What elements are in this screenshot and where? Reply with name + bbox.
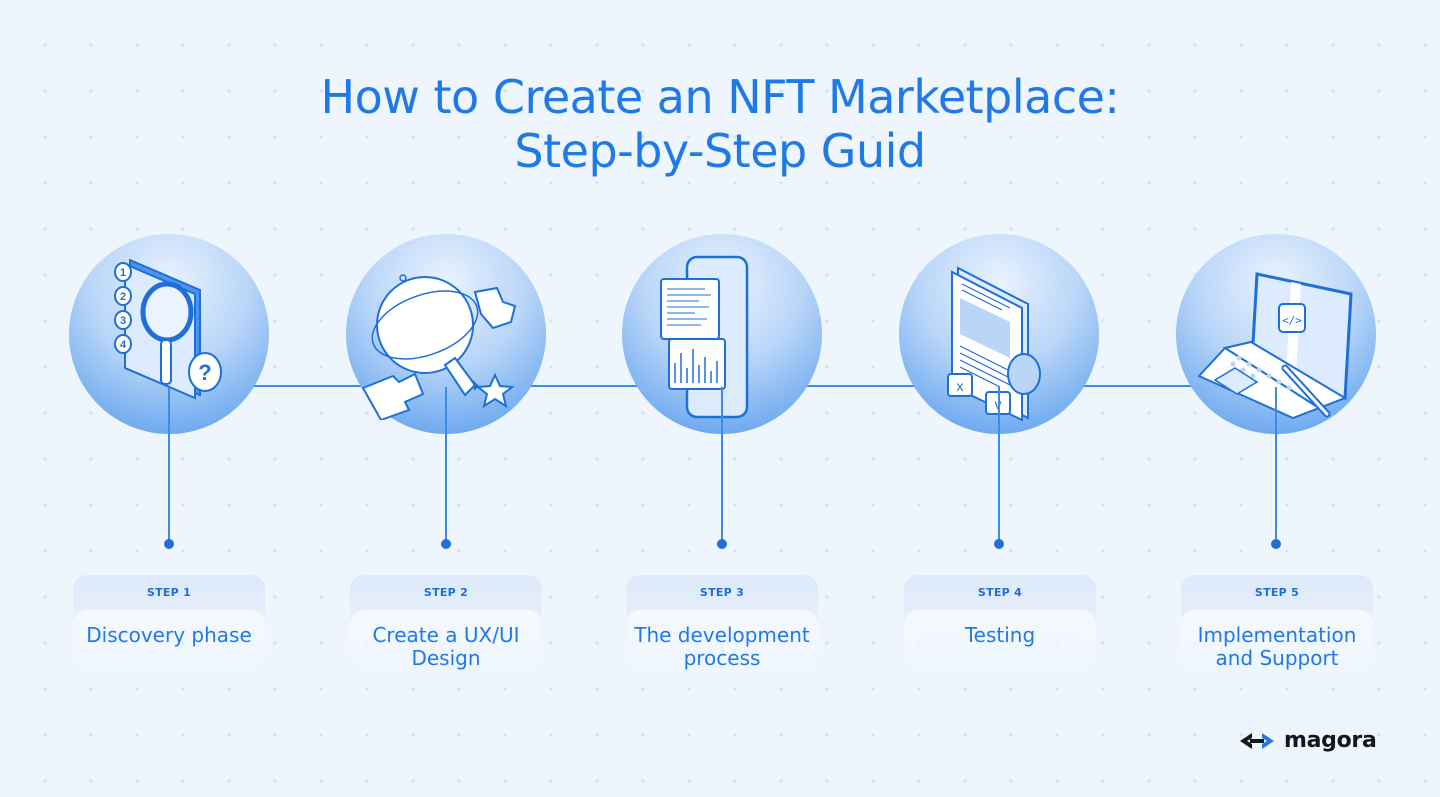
step-4-dot <box>994 539 1004 549</box>
svg-text:1: 1 <box>120 267 126 279</box>
page-title: How to Create an NFT Marketplace: Step-b… <box>0 70 1440 178</box>
step-1-label: STEP 1 <box>146 586 192 599</box>
step-2-dot <box>441 539 451 549</box>
code-brackets-icon <box>1240 732 1274 749</box>
step-5-label: STEP 5 <box>1254 586 1300 599</box>
laptop-wrench-icon: </> <box>1197 272 1353 420</box>
document-magnifier-icon: 1 2 3 4 ? <box>114 258 222 400</box>
lightbulb-puzzle-icon <box>361 274 517 420</box>
step-2-name: Create a UX/UI Design <box>372 623 520 670</box>
step-3-label: STEP 3 <box>699 586 745 599</box>
step-5-connector <box>1275 387 1277 544</box>
step-3-dot <box>717 539 727 549</box>
step-2-label: STEP 2 <box>423 586 469 599</box>
title-line-2: Step-by-Step Guid <box>514 124 926 178</box>
svg-text:4: 4 <box>120 339 127 351</box>
svg-text:2: 2 <box>120 291 126 303</box>
step-1-connector <box>168 387 170 544</box>
svg-text:x: x <box>957 378 964 394</box>
logo-text: magora <box>1284 728 1377 753</box>
step-3-name: The development process <box>634 623 810 670</box>
svg-text:3: 3 <box>120 315 126 327</box>
step-4-label: STEP 4 <box>977 586 1023 599</box>
title-line-1: How to Create an NFT Marketplace: <box>320 70 1120 124</box>
step-5-name: Implementation and Support <box>1197 623 1357 670</box>
step-4-connector <box>998 387 1000 544</box>
step-4-name: Testing <box>964 623 1036 647</box>
step-1-name: Discovery phase <box>86 623 252 647</box>
phone-code-window-icon <box>660 255 749 419</box>
svg-text:?: ? <box>198 360 211 385</box>
svg-text:</>: </> <box>1282 314 1302 327</box>
step-2-connector <box>445 387 447 544</box>
step-5-dot <box>1271 539 1281 549</box>
step-3-connector <box>721 387 723 544</box>
document-checklist-icon: x v <box>947 266 1041 422</box>
step-1-dot <box>164 539 174 549</box>
magora-logo: magora <box>1240 728 1377 753</box>
